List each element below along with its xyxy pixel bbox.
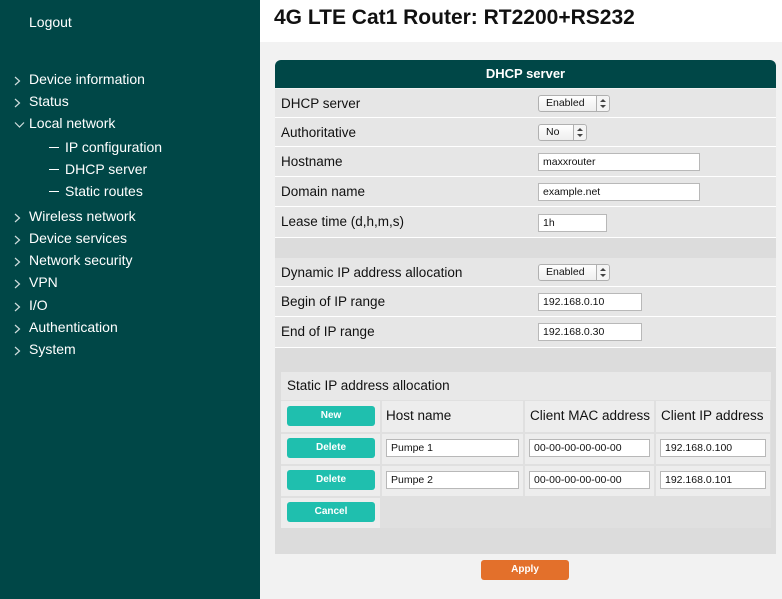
chevron-right-icon [14,321,29,335]
sidebar-item-label: Device information [29,71,145,87]
end-range-row: End of IP range [275,317,776,348]
sidebar-item-label: System [29,341,76,357]
sidebar-item-label: Network security [29,252,133,268]
cancel-button[interactable]: Cancel [287,502,375,522]
dhcp-panel: DHCP server [275,60,776,88]
section-spacer [275,536,776,554]
sidebar-item-authentication[interactable]: Authentication [14,319,118,335]
sidebar-item-network-security[interactable]: Network security [14,252,132,268]
chevron-right-icon [14,299,29,313]
dhcp-server-value: Enabled [546,97,585,109]
domain-name-row: Domain name [275,177,776,207]
sidebar: Logout Device information Status Local n… [0,0,260,599]
dynamic-allocation-label: Dynamic IP address allocation [281,265,463,280]
ip-address-input[interactable] [660,471,766,489]
section-spacer [275,238,776,258]
dhcp-server-row: DHCP server Enabled [275,89,776,118]
domain-name-input[interactable] [538,183,700,201]
sidebar-item-label: Device services [29,230,128,246]
sidebar-item-label: Status [29,93,69,109]
header: 4G LTE Cat1 Router: RT2200+RS232 [260,0,782,42]
end-range-input[interactable] [538,323,642,341]
chevron-right-icon [14,73,29,87]
sidebar-subitem-dhcp-server[interactable]: DHCP server [49,161,147,177]
column-header-mac-address: Client MAC address [530,408,651,423]
chevron-down-icon [14,117,29,131]
authoritative-value: No [546,126,560,138]
host-name-input[interactable] [386,471,519,489]
delete-button[interactable]: Delete [287,438,375,458]
sidebar-item-io[interactable]: I/O [14,297,48,313]
dhcp-server-label: DHCP server [281,96,361,111]
sidebar-item-label: Local network [29,115,116,131]
panel-title: DHCP server [275,60,776,88]
sidebar-subitem-static-routes[interactable]: Static routes [49,183,143,199]
sidebar-item-label: Authentication [29,319,118,335]
sidebar-subitem-label: Static routes [65,183,143,199]
mac-address-input[interactable] [529,471,650,489]
sidebar-subitem-ip-configuration[interactable]: IP configuration [49,139,162,155]
delete-button[interactable]: Delete [287,470,375,490]
sidebar-subitem-label: DHCP server [65,161,148,177]
hostname-label: Hostname [281,154,343,169]
table-cell [382,498,770,528]
begin-range-row: Begin of IP range [275,287,776,317]
authoritative-select[interactable]: No [538,124,587,141]
sidebar-item-label: VPN [29,274,58,290]
chevron-right-icon [14,276,29,290]
lease-time-input[interactable] [538,214,607,232]
select-arrows-icon [596,96,609,111]
authoritative-row: Authoritative No [275,118,776,147]
sidebar-item-status[interactable]: Status [14,93,69,109]
ip-address-input[interactable] [660,439,766,457]
begin-range-label: Begin of IP range [281,294,386,309]
host-name-input[interactable] [386,439,519,457]
select-arrows-icon [573,125,586,140]
page-title: 4G LTE Cat1 Router: RT2200+RS232 [274,6,635,29]
apply-button[interactable]: Apply [481,560,569,580]
sidebar-item-wireless-network[interactable]: Wireless network [14,208,136,224]
domain-name-label: Domain name [281,184,366,199]
sidebar-item-device-information[interactable]: Device information [14,71,145,87]
dash-icon [49,168,59,170]
dhcp-server-select[interactable]: Enabled [538,95,610,112]
select-arrows-icon [596,265,609,280]
static-allocation-title: Static IP address allocation [287,378,450,393]
sidebar-item-system[interactable]: System [14,341,76,357]
hostname-row: Hostname [275,147,776,177]
dash-icon [49,190,59,192]
chevron-right-icon [14,95,29,109]
sidebar-item-label: I/O [29,297,48,313]
end-range-label: End of IP range [281,324,375,339]
sidebar-item-vpn[interactable]: VPN [14,274,58,290]
dash-icon [49,146,59,148]
chevron-right-icon [14,232,29,246]
section-spacer [275,348,776,368]
dynamic-allocation-value: Enabled [546,266,585,278]
logout-link[interactable]: Logout [29,14,72,30]
chevron-right-icon [14,254,29,268]
hostname-input[interactable] [538,153,700,171]
new-button[interactable]: New [287,406,375,426]
begin-range-input[interactable] [538,293,642,311]
dynamic-allocation-select[interactable]: Enabled [538,264,610,281]
sidebar-item-device-services[interactable]: Device services [14,230,127,246]
mac-address-input[interactable] [529,439,650,457]
chevron-right-icon [14,343,29,357]
sidebar-subitem-label: IP configuration [65,139,163,155]
lease-time-row: Lease time (d,h,m,s) [275,207,776,238]
chevron-right-icon [14,210,29,224]
column-header-ip-address: Client IP address [661,408,764,423]
dynamic-allocation-row: Dynamic IP address allocation Enabled [275,258,776,287]
column-header-host-name: Host name [386,408,452,423]
authoritative-label: Authoritative [281,125,357,140]
sidebar-item-label: Wireless network [29,208,136,224]
lease-time-label: Lease time (d,h,m,s) [281,214,405,229]
sidebar-item-local-network[interactable]: Local network [14,115,115,131]
static-allocation-title-row: Static IP address allocation [281,372,771,400]
